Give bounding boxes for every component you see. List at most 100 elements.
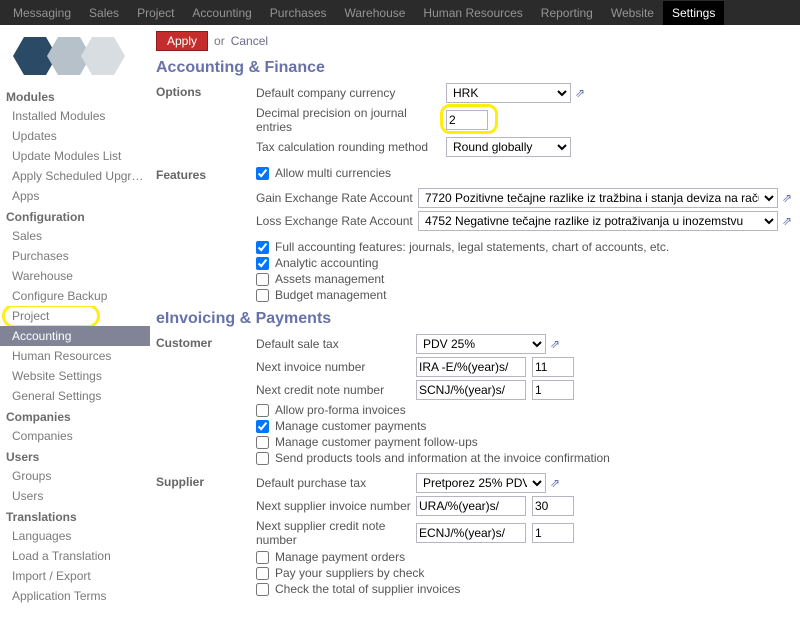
assets-management-checkbox[interactable] bbox=[256, 273, 269, 286]
sidebar-section-users: Users bbox=[0, 446, 150, 466]
label-default-purchase-tax: Default purchase tax bbox=[256, 476, 416, 490]
budget-management-checkbox[interactable] bbox=[256, 289, 269, 302]
sidebar-section-companies: Companies bbox=[0, 406, 150, 426]
nav-project[interactable]: Project bbox=[128, 1, 183, 25]
sidebar-item-load-translation[interactable]: Load a Translation bbox=[0, 546, 150, 566]
sidebar-item-website-settings[interactable]: Website Settings bbox=[0, 366, 150, 386]
label-next-credit-note-number: Next credit note number bbox=[256, 383, 416, 397]
analytic-accounting-checkbox[interactable] bbox=[256, 257, 269, 270]
sidebar-item-general-settings[interactable]: General Settings bbox=[0, 386, 150, 406]
next-credit-number-input[interactable] bbox=[532, 380, 574, 400]
section-accounting-finance: Accounting & Finance bbox=[156, 59, 796, 77]
allow-multi-currencies-label: Allow multi currencies bbox=[275, 166, 391, 180]
main-content: Apply or Cancel Accounting & Finance Opt… bbox=[150, 25, 800, 624]
nav-website[interactable]: Website bbox=[602, 1, 663, 25]
sidebar-item-sales[interactable]: Sales bbox=[0, 226, 150, 246]
group-customer: Customer bbox=[156, 334, 256, 467]
sidebar-item-purchases[interactable]: Purchases bbox=[0, 246, 150, 266]
default-currency-select[interactable]: HRK bbox=[446, 83, 571, 103]
next-credit-prefix-input[interactable] bbox=[416, 380, 526, 400]
sidebar-item-import-export[interactable]: Import / Export bbox=[0, 566, 150, 586]
manage-payment-orders-label: Manage payment orders bbox=[275, 550, 405, 564]
next-invoice-number-input[interactable] bbox=[532, 357, 574, 377]
external-link-icon[interactable]: ⇗ bbox=[782, 191, 796, 205]
check-total-label: Check the total of supplier invoices bbox=[275, 582, 460, 596]
sidebar-item-project[interactable]: Project bbox=[0, 306, 150, 326]
sidebar-item-warehouse[interactable]: Warehouse bbox=[0, 266, 150, 286]
nav-warehouse[interactable]: Warehouse bbox=[336, 1, 415, 25]
sidebar: Modules Installed Modules Updates Update… bbox=[0, 25, 150, 624]
sidebar-item-update-modules-list[interactable]: Update Modules List bbox=[0, 146, 150, 166]
sidebar-item-configure-backup[interactable]: Configure Backup bbox=[0, 286, 150, 306]
allow-multi-currencies-checkbox[interactable] bbox=[256, 167, 269, 180]
nav-messaging[interactable]: Messaging bbox=[4, 1, 80, 25]
budget-management-label: Budget management bbox=[275, 288, 386, 302]
label-gain-account: Gain Exchange Rate Account bbox=[256, 191, 418, 205]
sidebar-item-users[interactable]: Users bbox=[0, 486, 150, 506]
nav-human-resources[interactable]: Human Resources bbox=[414, 1, 531, 25]
sidebar-item-apply-scheduled-upgrades[interactable]: Apply Scheduled Upgra... bbox=[0, 166, 150, 186]
label-next-supplier-credit-note-number: Next supplier credit note number bbox=[256, 519, 416, 547]
payment-followups-label: Manage customer payment follow-ups bbox=[275, 435, 478, 449]
analytic-accounting-label: Analytic accounting bbox=[275, 256, 378, 270]
pay-by-check-label: Pay your suppliers by check bbox=[275, 566, 424, 580]
send-products-label: Send products tools and information at t… bbox=[275, 451, 610, 465]
cancel-link[interactable]: Cancel bbox=[231, 34, 268, 48]
label-default-sale-tax: Default sale tax bbox=[256, 337, 416, 351]
logo bbox=[6, 31, 150, 86]
sidebar-item-languages[interactable]: Languages bbox=[0, 526, 150, 546]
next-supplier-credit-prefix-input[interactable] bbox=[416, 523, 526, 543]
pay-by-check-checkbox[interactable] bbox=[256, 567, 269, 580]
sidebar-section-modules: Modules bbox=[0, 86, 150, 106]
full-accounting-checkbox[interactable] bbox=[256, 241, 269, 254]
payment-followups-checkbox[interactable] bbox=[256, 436, 269, 449]
top-nav: Messaging Sales Project Accounting Purch… bbox=[0, 0, 800, 25]
next-supplier-credit-number-input[interactable] bbox=[532, 523, 574, 543]
group-supplier: Supplier bbox=[156, 473, 256, 598]
loss-account-select[interactable]: 4752 Negativne tečajne razlike iz potraž… bbox=[418, 211, 778, 231]
sidebar-item-apps[interactable]: Apps bbox=[0, 186, 150, 206]
label-next-invoice-number: Next invoice number bbox=[256, 360, 416, 374]
next-supplier-invoice-number-input[interactable] bbox=[532, 496, 574, 516]
sidebar-item-groups[interactable]: Groups bbox=[0, 466, 150, 486]
nav-sales[interactable]: Sales bbox=[80, 1, 128, 25]
nav-settings[interactable]: Settings bbox=[663, 1, 724, 25]
toolbar-or: or bbox=[214, 34, 225, 48]
default-sale-tax-select[interactable]: PDV 25% bbox=[416, 334, 546, 354]
manage-customer-payments-checkbox[interactable] bbox=[256, 420, 269, 433]
external-link-icon[interactable]: ⇗ bbox=[575, 86, 589, 100]
gain-account-select[interactable]: 7720 Pozitivne tečajne razlike iz tražbi… bbox=[418, 188, 778, 208]
external-link-icon[interactable]: ⇗ bbox=[550, 337, 564, 351]
proforma-checkbox[interactable] bbox=[256, 404, 269, 417]
nav-purchases[interactable]: Purchases bbox=[261, 1, 336, 25]
nav-reporting[interactable]: Reporting bbox=[532, 1, 602, 25]
external-link-icon[interactable]: ⇗ bbox=[782, 214, 796, 228]
nav-accounting[interactable]: Accounting bbox=[183, 1, 260, 25]
next-supplier-invoice-prefix-input[interactable] bbox=[416, 496, 526, 516]
send-products-checkbox[interactable] bbox=[256, 452, 269, 465]
sidebar-item-human-resources[interactable]: Human Resources bbox=[0, 346, 150, 366]
tax-rounding-select[interactable]: Round globally bbox=[446, 137, 571, 157]
toolbar: Apply or Cancel bbox=[156, 31, 796, 51]
sidebar-item-installed-modules[interactable]: Installed Modules bbox=[0, 106, 150, 126]
default-purchase-tax-select[interactable]: Pretporez 25% PDV bbox=[416, 473, 546, 493]
full-accounting-label: Full accounting features: journals, lega… bbox=[275, 240, 669, 254]
sidebar-item-companies[interactable]: Companies bbox=[0, 426, 150, 446]
assets-management-label: Assets management bbox=[275, 272, 384, 286]
sidebar-section-translations: Translations bbox=[0, 506, 150, 526]
decimal-precision-input[interactable] bbox=[446, 110, 488, 130]
sidebar-item-application-terms[interactable]: Application Terms bbox=[0, 586, 150, 606]
next-invoice-prefix-input[interactable] bbox=[416, 357, 526, 377]
external-link-icon[interactable]: ⇗ bbox=[550, 476, 564, 490]
label-next-supplier-invoice-number: Next supplier invoice number bbox=[256, 499, 416, 513]
sidebar-item-accounting[interactable]: Accounting bbox=[0, 326, 150, 346]
sidebar-section-configuration: Configuration bbox=[0, 206, 150, 226]
sidebar-item-updates[interactable]: Updates bbox=[0, 126, 150, 146]
apply-button[interactable]: Apply bbox=[156, 31, 208, 51]
section-einvoicing-payments: eInvoicing & Payments bbox=[156, 310, 796, 328]
manage-payment-orders-checkbox[interactable] bbox=[256, 551, 269, 564]
label-default-currency: Default company currency bbox=[256, 86, 446, 100]
group-features: Features bbox=[156, 166, 256, 304]
manage-customer-payments-label: Manage customer payments bbox=[275, 419, 426, 433]
check-total-checkbox[interactable] bbox=[256, 583, 269, 596]
